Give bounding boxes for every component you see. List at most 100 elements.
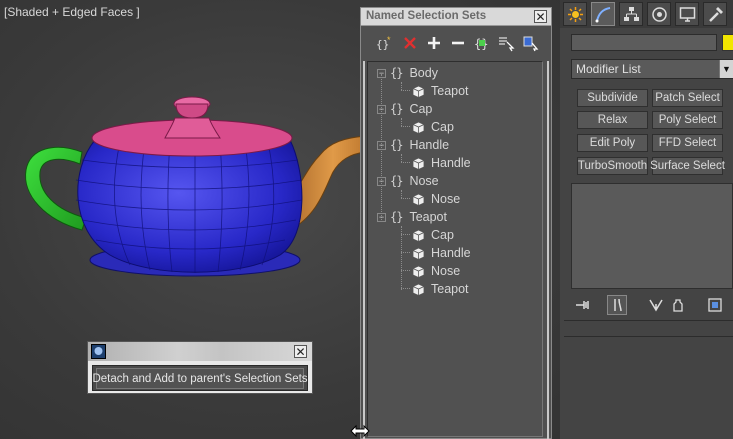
- collapse-icon[interactable]: −: [377, 176, 386, 186]
- tree-object-label: Handle: [431, 156, 471, 170]
- nss-title: Named Selection Sets: [366, 10, 487, 22]
- tree-object-nose[interactable]: Nose: [412, 190, 460, 208]
- surface-select-button[interactable]: Surface Select: [650, 157, 725, 175]
- add-icon[interactable]: [423, 32, 445, 54]
- detach-add-to-parent-button[interactable]: Detach and Add to parent's Selection Set…: [92, 368, 308, 389]
- chevron-down-icon[interactable]: ▼: [719, 60, 733, 78]
- viewport-label[interactable]: [Shaded + Edged Faces ]: [4, 5, 140, 19]
- separator: [564, 336, 733, 337]
- modifier-stack-tools: [571, 294, 733, 316]
- remove-modifier-icon[interactable]: [668, 295, 688, 315]
- hierarchy-icon[interactable]: [619, 2, 643, 26]
- tree-border-left: [363, 61, 365, 439]
- tree-object-cap[interactable]: Cap: [412, 226, 454, 244]
- object-cube-icon: [412, 193, 425, 206]
- tree-object-teapot[interactable]: Teapot: [412, 280, 469, 298]
- selection-sets-tree[interactable]: − {} Body Teapot − {} Cap Cap − {} Handl…: [367, 61, 543, 437]
- relax-button[interactable]: Relax: [577, 111, 648, 129]
- object-cube-icon: [412, 229, 425, 242]
- modifier-list-value: Modifier List: [576, 62, 641, 76]
- command-panel-tabs: [560, 0, 733, 28]
- tree-set-nose[interactable]: − {} Nose: [377, 172, 439, 190]
- collapse-icon[interactable]: −: [377, 68, 386, 78]
- separator: [564, 320, 733, 321]
- poly-select-button[interactable]: Poly Select: [652, 111, 723, 129]
- object-cube-icon: [412, 157, 425, 170]
- object-cube-icon: [412, 265, 425, 278]
- tree-set-label: Teapot: [409, 210, 447, 224]
- tree-object-label: Handle: [431, 246, 471, 260]
- collapse-icon[interactable]: −: [377, 140, 386, 150]
- modifier-list-dropdown[interactable]: Modifier List ▼: [571, 59, 733, 79]
- tree-set-handle[interactable]: − {} Handle: [377, 136, 449, 154]
- tree-set-cap[interactable]: − {} Cap: [377, 100, 432, 118]
- selection-set-icon: {}: [390, 138, 403, 152]
- command-panel: Modifier List ▼ Subdivide Patch Select R…: [560, 0, 733, 439]
- tree-set-label: Nose: [409, 174, 439, 188]
- create-icon[interactable]: [563, 2, 587, 26]
- object-cube-icon: [412, 283, 425, 296]
- create-set-icon[interactable]: {} *: [373, 32, 395, 54]
- object-color-swatch[interactable]: [722, 34, 733, 51]
- select-set-icon[interactable]: {}: [471, 32, 493, 54]
- tree-object-label: Nose: [431, 192, 461, 206]
- collapse-icon[interactable]: −: [377, 212, 386, 222]
- collapse-icon[interactable]: −: [377, 104, 386, 114]
- svg-text:*: *: [387, 35, 391, 45]
- subtract-icon[interactable]: [447, 32, 469, 54]
- subdivide-button[interactable]: Subdivide: [577, 89, 648, 107]
- tree-object-handle[interactable]: Handle: [412, 244, 471, 262]
- patch-select-button[interactable]: Patch Select: [652, 89, 723, 107]
- motion-icon[interactable]: [647, 2, 671, 26]
- tree-object-label: Teapot: [431, 84, 469, 98]
- detach-dialog-body: Detach and Add to parent's Selection Set…: [92, 365, 308, 391]
- edit-poly-button[interactable]: Edit Poly: [577, 134, 648, 152]
- tree-object-label: Teapot: [431, 282, 469, 296]
- make-unique-icon[interactable]: [646, 295, 666, 315]
- select-by-name-icon[interactable]: [495, 32, 517, 54]
- configure-modifier-sets-icon[interactable]: [705, 295, 725, 315]
- close-icon[interactable]: ✕: [534, 10, 547, 23]
- tree-set-label: Cap: [409, 102, 433, 116]
- selection-set-icon: {}: [390, 174, 403, 188]
- utilities-icon[interactable]: [703, 2, 727, 26]
- highlight-selected-icon[interactable]: [519, 32, 541, 54]
- teapot-model[interactable]: [0, 60, 370, 290]
- named-selection-sets-panel[interactable]: Named Selection Sets ✕ {}* {}: [360, 7, 552, 439]
- tree-object-label: Cap: [431, 120, 454, 134]
- app-icon: [91, 344, 106, 359]
- turbosmooth-button[interactable]: TurboSmooth: [577, 157, 648, 175]
- tree-border-right: [547, 61, 549, 439]
- nss-toolbar: {}* {}: [361, 28, 551, 56]
- display-icon[interactable]: [675, 2, 699, 26]
- pin-stack-icon[interactable]: [573, 295, 593, 315]
- teapot-body: [77, 139, 303, 273]
- modifier-stack[interactable]: [571, 183, 733, 289]
- selection-set-icon: {}: [390, 102, 403, 116]
- modify-icon[interactable]: [591, 2, 615, 26]
- tree-set-teapot[interactable]: − {} Teapot: [377, 208, 447, 226]
- close-icon[interactable]: ✕: [294, 345, 307, 358]
- delete-icon[interactable]: [399, 32, 421, 54]
- tree-object-handle[interactable]: Handle: [412, 154, 471, 172]
- object-name-field[interactable]: [571, 34, 717, 51]
- tree-object-label: Nose: [431, 264, 461, 278]
- object-cube-icon: [412, 247, 425, 260]
- ffd-select-button[interactable]: FFD Select: [652, 134, 723, 152]
- tree-set-body[interactable]: − {} Body: [377, 64, 438, 82]
- teapot-handle: [25, 146, 87, 231]
- tree-set-label: Body: [409, 66, 438, 80]
- tree-set-label: Handle: [409, 138, 450, 152]
- tree-object-teapot[interactable]: Teapot: [412, 82, 469, 100]
- show-end-result-icon[interactable]: [607, 295, 627, 315]
- nss-titlebar[interactable]: Named Selection Sets ✕: [361, 8, 551, 26]
- object-cube-icon: [412, 85, 425, 98]
- tree-object-nose[interactable]: Nose: [412, 262, 460, 280]
- detach-dialog[interactable]: ✕ Detach and Add to parent's Selection S…: [87, 341, 313, 394]
- selection-set-icon: {}: [390, 66, 403, 80]
- selection-set-icon: {}: [390, 210, 403, 224]
- tree-object-cap[interactable]: Cap: [412, 118, 454, 136]
- resize-horizontal-cursor-icon: [350, 424, 370, 438]
- detach-dialog-titlebar[interactable]: ✕: [88, 342, 312, 361]
- object-cube-icon: [412, 121, 425, 134]
